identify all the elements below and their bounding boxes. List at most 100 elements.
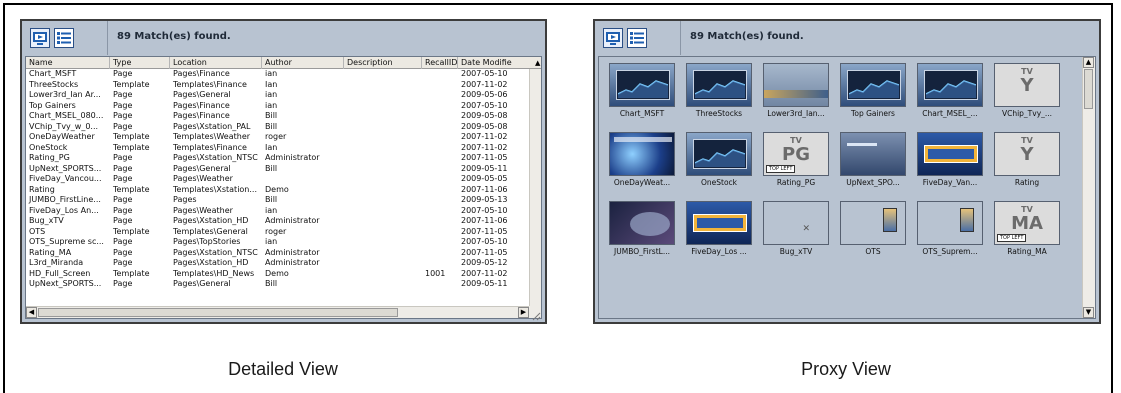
table-cell: HD_Full_Screen <box>29 268 91 278</box>
table-cell: 2007-11-05 <box>461 153 508 162</box>
table-cell: Template <box>113 226 150 236</box>
table-row[interactable]: HD_Full_Screen Template Templates\HD_News D… <box>26 269 529 280</box>
table-cell: FiveDay_Los An... <box>29 205 99 215</box>
proxy-tile[interactable]: JUMBO_FirstL... <box>605 201 679 258</box>
proxy-tile[interactable]: OTS_Suprem... <box>913 201 987 258</box>
proxy-tile[interactable]: TV PG TOP LEFT Rating_PG <box>759 132 833 189</box>
table-cell: Pages\Xstation_NTSC <box>173 153 258 162</box>
proxy-view-button[interactable] <box>603 28 623 48</box>
match-count: 89 Match(es) found. <box>117 31 231 42</box>
proxy-tile[interactable]: Chart_MSEL_... <box>913 63 987 120</box>
table-row[interactable]: OneDayWeather Template Templates\Weather ro… <box>26 132 529 143</box>
proxy-tile[interactable]: Top Gainers <box>836 63 910 120</box>
list-view-button[interactable] <box>627 28 647 48</box>
table-cell: Page <box>113 121 133 131</box>
scroll-up-button[interactable]: ▲ <box>1083 57 1094 68</box>
table-body: Chart_MSFT Page Pages\Finance ian 2007-05-10… <box>26 69 529 300</box>
vertical-scrollbar[interactable]: ▲ ▼ <box>1082 57 1095 318</box>
proxy-tile[interactable]: TV Y Rating <box>990 132 1064 189</box>
table-cell: OneDayWeather <box>29 132 95 141</box>
table-cell: VChip_Tvy_w_0... <box>29 121 99 131</box>
table-row[interactable]: Rating_PG Page Pages\Xstation_NTSC Administ… <box>26 153 529 164</box>
thumbnail-image: TV Y <box>994 132 1060 176</box>
table-row[interactable]: Bug_xTV Page Pages\Xstation_HD Administrato… <box>26 216 529 227</box>
proxy-tile[interactable]: TV Y VChip_Tvy_... <box>990 63 1064 120</box>
proxy-tile[interactable]: UpNext_SPO... <box>836 132 910 189</box>
table-cell: Administrator <box>265 153 320 162</box>
table-cell: Bill <box>265 279 278 288</box>
list-view-button[interactable] <box>54 28 74 48</box>
table-row[interactable]: ThreeStocks Template Templates\Finance Ian 2… <box>26 80 529 91</box>
horizontal-scroll-thumb[interactable] <box>38 308 398 317</box>
table-cell: Rating_MA <box>29 247 72 257</box>
table-row[interactable]: Chart_MSEL_080... Page Pages\Finance Bill 20… <box>26 111 529 122</box>
table-row[interactable]: FiveDay_Los An... Page Pages\Weather ian 200… <box>26 206 529 217</box>
table-row[interactable]: Chart_MSFT Page Pages\Finance ian 2007-05-10 <box>26 69 529 80</box>
table-row[interactable]: JUMBO_FirstLine... Page Pages Bill 2009-05-1… <box>26 195 529 206</box>
scroll-down-button[interactable]: ▼ <box>1083 307 1094 318</box>
corner-label: TOP LEFT <box>766 165 796 173</box>
proxy-view-caption: Proxy View <box>801 359 891 379</box>
column-header-location[interactable]: Location <box>170 57 262 69</box>
column-header-author[interactable]: Author <box>262 57 344 69</box>
proxy-tile[interactable]: FiveDay_Van... <box>913 132 987 189</box>
match-count: 89 Match(es) found. <box>690 31 804 42</box>
table-cell: 2007-05-10 <box>461 237 508 246</box>
proxy-tile[interactable]: ✕ Bug_xTV <box>759 201 833 258</box>
table-row[interactable]: Lower3rd_Ian Ar... Page Pages\General ian 20… <box>26 90 529 101</box>
table-cell: Page <box>113 237 133 246</box>
table-cell: 1001 <box>425 268 446 278</box>
detailed-view-caption: Detailed View <box>228 359 338 379</box>
proxy-tile[interactable]: Lower3rd_Ian... <box>759 63 833 120</box>
table-row[interactable]: OneStock Template Templates\Finance Ian 2007… <box>26 143 529 154</box>
table-row[interactable]: UpNext_SPORTS... Page Pages\General Bill 200… <box>26 164 529 175</box>
scroll-right-button[interactable]: ▶ <box>518 307 529 318</box>
scroll-left-button[interactable]: ◀ <box>26 307 37 318</box>
thumbnail-image <box>840 63 906 107</box>
proxy-tile[interactable]: OneStock <box>682 132 756 189</box>
table-cell: 2009-05-08 <box>461 111 508 120</box>
column-header-date-modified[interactable]: Date Modifie <box>458 57 535 69</box>
vertical-scroll-thumb[interactable] <box>1084 69 1093 109</box>
table-row[interactable]: UpNext_SPORTS... Page Pages\General Bill 200… <box>26 279 529 290</box>
table-cell: 2007-11-02 <box>461 142 508 152</box>
proxy-tile[interactable]: FiveDay_Los ... <box>682 201 756 258</box>
proxy-tile[interactable]: ThreeStocks <box>682 63 756 120</box>
table-cell: Templates\General <box>173 226 248 236</box>
table-cell: Rating <box>29 184 55 194</box>
detailed-view-panel: 89 Match(es) found. Name Type Location A… <box>20 19 547 324</box>
table-row[interactable]: VChip_Tvy_w_0... Page Pages\Xstation_PAL Bi… <box>26 122 529 133</box>
table-cell: Pages\Weather <box>173 174 233 183</box>
column-header-description[interactable]: Description <box>344 57 422 69</box>
proxy-tile[interactable]: Chart_MSFT <box>605 63 679 120</box>
resize-grip[interactable] <box>529 306 541 321</box>
column-header-row: Name Type Location Author Description Re… <box>26 57 541 69</box>
table-row[interactable]: OTS_Supreme sc... Page Pages\TopStories ian… <box>26 237 529 248</box>
proxy-tile[interactable]: OneDayWeat... <box>605 132 679 189</box>
table-row[interactable]: L3rd_Miranda Page Pages\Xstation_HD Adminis… <box>26 258 529 269</box>
table-cell: Templates\HD_News <box>173 268 255 278</box>
table-row[interactable]: Top Gainers Page Pages\Finance ian 2007-05-1… <box>26 101 529 112</box>
vertical-scrollbar[interactable] <box>529 69 541 306</box>
table-cell: Top Gainers <box>29 100 76 110</box>
column-header-recallid[interactable]: RecallID <box>422 57 458 69</box>
column-header-name[interactable]: Name <box>26 57 110 69</box>
table-row[interactable]: OTS Template Templates\General roger 2007-11… <box>26 227 529 238</box>
table-cell: Page <box>113 153 133 162</box>
table-row[interactable]: Rating_MA Page Pages\Xstation_NTSC Administ… <box>26 248 529 259</box>
thumbnail-grid: Chart_MSFT ThreeStocks Lower3rd_Ian... Top … <box>605 63 1085 273</box>
table-row[interactable]: Rating Template Templates\Xstation... Demo 2… <box>26 185 529 196</box>
proxy-tile[interactable]: TV MA TOP LEFT Rating_MA <box>990 201 1064 258</box>
table-cell: Pages\Finance <box>173 69 230 78</box>
proxy-grid: Chart_MSFT ThreeStocks Lower3rd_Ian... Top … <box>598 56 1096 319</box>
table-cell: 2007-11-05 <box>461 226 508 236</box>
table-row[interactable]: FiveDay_Vancou... Page Pages\Weather 2009-0… <box>26 174 529 185</box>
proxy-tile[interactable]: OTS <box>836 201 910 258</box>
table-cell: 2009-05-08 <box>461 121 508 131</box>
proxy-view-button[interactable] <box>30 28 50 48</box>
column-header-type[interactable]: Type <box>110 57 170 69</box>
table-cell: Templates\Finance <box>173 142 247 152</box>
horizontal-scrollbar[interactable]: ◀ ▶ <box>26 306 529 318</box>
table-cell: Templates\Xstation... <box>173 184 258 194</box>
table-cell: Administrator <box>265 247 320 257</box>
